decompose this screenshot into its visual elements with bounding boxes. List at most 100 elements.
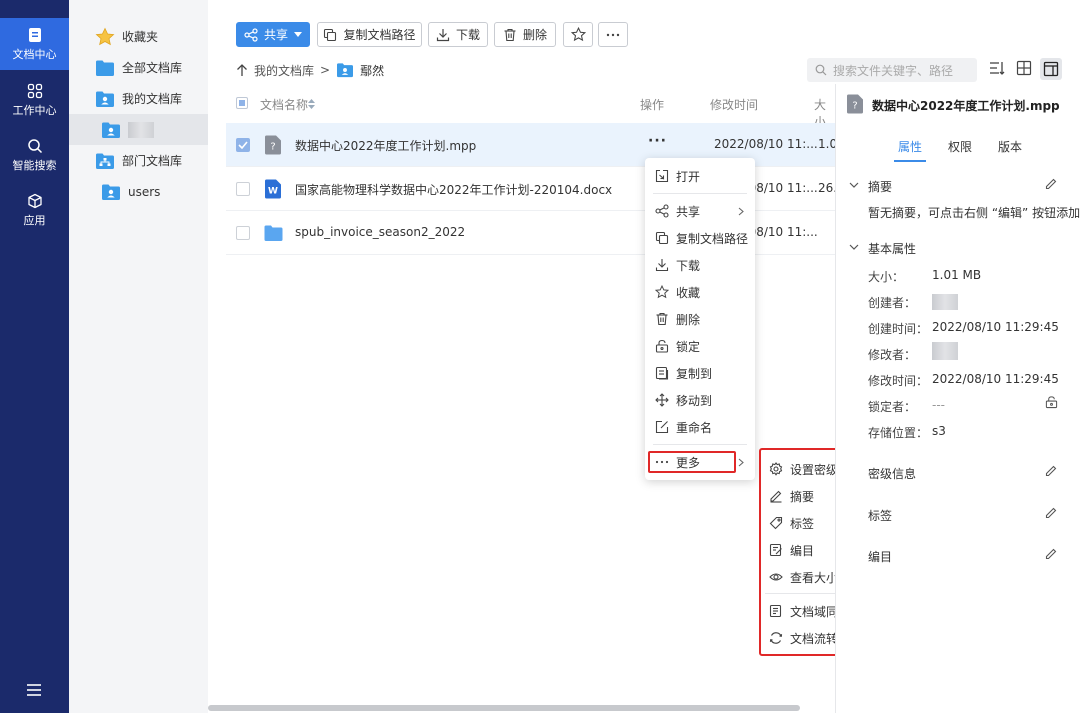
- file-name[interactable]: 数据中心2022年度工作计划.mpp: [295, 137, 476, 154]
- menu-item-copy-to[interactable]: 复制到: [645, 360, 755, 386]
- tree-item-users[interactable]: users: [69, 176, 208, 207]
- detail-panel: ? 数据中心2022年度工作计划.mpp 属性 权限 版本 摘要 暂无摘要，可点…: [835, 84, 1080, 713]
- select-all-checkbox[interactable]: [236, 97, 248, 109]
- submenu-item-label: 文档流转: [790, 631, 839, 646]
- menu-item-label: 打开: [676, 169, 701, 184]
- menu-item-share[interactable]: 共享: [645, 198, 755, 224]
- nav-item-document-center[interactable]: 文档中心: [0, 18, 69, 70]
- edit-secret-icon[interactable]: [1045, 464, 1058, 477]
- column-header-mtime[interactable]: 修改时间: [710, 96, 758, 113]
- share-button[interactable]: 共享: [236, 22, 310, 47]
- tab-permissions[interactable]: 权限: [948, 138, 972, 155]
- submenu-item-label: 编目: [790, 543, 815, 558]
- star-icon: [95, 27, 115, 45]
- download-label: 下载: [455, 28, 480, 42]
- column-header-ops: 操作: [640, 98, 665, 112]
- row-checkbox[interactable]: [236, 226, 250, 240]
- folder-icon: [96, 60, 114, 76]
- tab-versions[interactable]: 版本: [998, 138, 1022, 155]
- unknown-file-icon: ?: [265, 135, 281, 155]
- copy-path-label: 复制文档路径: [343, 28, 416, 42]
- word-file-icon: W: [265, 179, 281, 199]
- tree-item-dept-library[interactable]: 部门文档库: [69, 145, 208, 176]
- tree-item-label: 我的文档库: [122, 92, 183, 106]
- delete-label: 删除: [522, 28, 547, 42]
- edit-tags-icon[interactable]: [1045, 506, 1058, 519]
- nav-label: 文档中心: [12, 47, 57, 61]
- menu-item-copy-path[interactable]: 复制文档路径: [645, 225, 755, 251]
- user-folder-icon: [337, 63, 354, 78]
- tree-item-personal[interactable]: [69, 114, 208, 145]
- share-label: 共享: [263, 28, 288, 42]
- submenu-item-label: 标签: [790, 516, 815, 531]
- menu-item-rename[interactable]: 重命名: [645, 414, 755, 440]
- menu-item-open[interactable]: 打开: [645, 163, 755, 189]
- file-name[interactable]: spub_invoice_season2_2022: [295, 225, 465, 239]
- more-highlight-box: [648, 451, 736, 473]
- favorite-button[interactable]: [563, 22, 593, 47]
- delete-button[interactable]: 删除: [494, 22, 556, 47]
- horizontal-scrollbar[interactable]: [208, 705, 800, 711]
- catalog-icon: [769, 543, 782, 557]
- menu-item-move-to[interactable]: 移动到: [645, 387, 755, 413]
- row-actions-button[interactable]: ···: [648, 133, 667, 149]
- blurred-creator: [932, 294, 958, 310]
- row-checkbox[interactable]: [236, 138, 250, 152]
- chevron-down-icon[interactable]: [849, 182, 859, 189]
- sort-button[interactable]: [989, 60, 1005, 76]
- tree-item-my-library[interactable]: 我的文档库: [69, 83, 208, 114]
- menu-item-label: 复制到: [676, 366, 713, 381]
- menu-divider: [653, 193, 747, 194]
- row-checkbox[interactable]: [236, 182, 250, 196]
- tree-item-label: 收藏夹: [122, 30, 159, 44]
- search-box[interactable]: 搜索文件关键字、路径: [807, 58, 977, 82]
- breadcrumb-root[interactable]: 我的文档库: [254, 62, 314, 79]
- prop-label-creator: 创建者：: [868, 296, 917, 310]
- arrow-up-icon[interactable]: [236, 63, 248, 77]
- copy-path-button[interactable]: 复制文档路径: [317, 22, 422, 47]
- file-name[interactable]: 国家高能物理科学数据中心2022年工作计划-220104.docx: [295, 181, 612, 198]
- edit-catalog-icon[interactable]: [1045, 547, 1058, 560]
- download-button[interactable]: 下载: [428, 22, 488, 47]
- grid-view-button[interactable]: [1016, 60, 1032, 76]
- nav-item-smart-search[interactable]: 智能搜索: [0, 129, 69, 181]
- tree-item-label: 全部文档库: [122, 61, 183, 75]
- nav-item-apps[interactable]: 应用: [0, 184, 69, 236]
- svg-text:W: W: [268, 187, 278, 197]
- nav-item-work-center[interactable]: 工作中心: [0, 74, 69, 126]
- more-actions-button[interactable]: [598, 22, 628, 47]
- menu-item-label: 共享: [676, 204, 701, 219]
- prop-label-size: 大小：: [868, 270, 905, 284]
- section-title-catalog: 编目: [868, 550, 893, 564]
- edit-summary-icon[interactable]: [1045, 177, 1058, 190]
- trash-icon: [504, 28, 516, 41]
- menu-item-delete[interactable]: 删除: [645, 306, 755, 332]
- tag-icon: [769, 516, 783, 530]
- lock-icon[interactable]: [1045, 395, 1058, 409]
- menu-item-favorite[interactable]: 收藏: [645, 279, 755, 305]
- section-title-summary: 摘要: [868, 180, 893, 194]
- check-icon: [238, 141, 248, 149]
- tree-item-favorites[interactable]: 收藏夹: [69, 21, 208, 52]
- eye-icon: [769, 573, 783, 581]
- prop-label-locker: 锁定者：: [868, 400, 917, 414]
- chevron-down-icon[interactable]: [849, 244, 859, 251]
- star-icon: [655, 285, 669, 299]
- column-header-name[interactable]: 文档名称: [260, 96, 308, 113]
- blurred-name: [128, 121, 154, 138]
- user-folder-icon: [102, 122, 120, 138]
- menu-item-lock[interactable]: 锁定: [645, 333, 755, 359]
- svg-text:?: ?: [270, 142, 275, 153]
- submenu-item-label: 设置密级: [790, 462, 839, 477]
- sort-toggle-icon[interactable]: [308, 99, 315, 109]
- prop-value-modified: 2022/08/10 11:29:45: [932, 372, 1059, 386]
- caret-down-icon: [294, 31, 302, 37]
- detail-panel-toggle[interactable]: [1040, 58, 1062, 80]
- tree-item-all-libraries[interactable]: 全部文档库: [69, 52, 208, 83]
- menu-item-download[interactable]: 下载: [645, 252, 755, 278]
- search-icon: [27, 138, 42, 153]
- sort-icon: [990, 62, 1005, 75]
- menu-toggle[interactable]: [24, 682, 44, 698]
- tab-properties[interactable]: 属性: [898, 138, 922, 155]
- tree-item-label: 部门文档库: [122, 154, 183, 168]
